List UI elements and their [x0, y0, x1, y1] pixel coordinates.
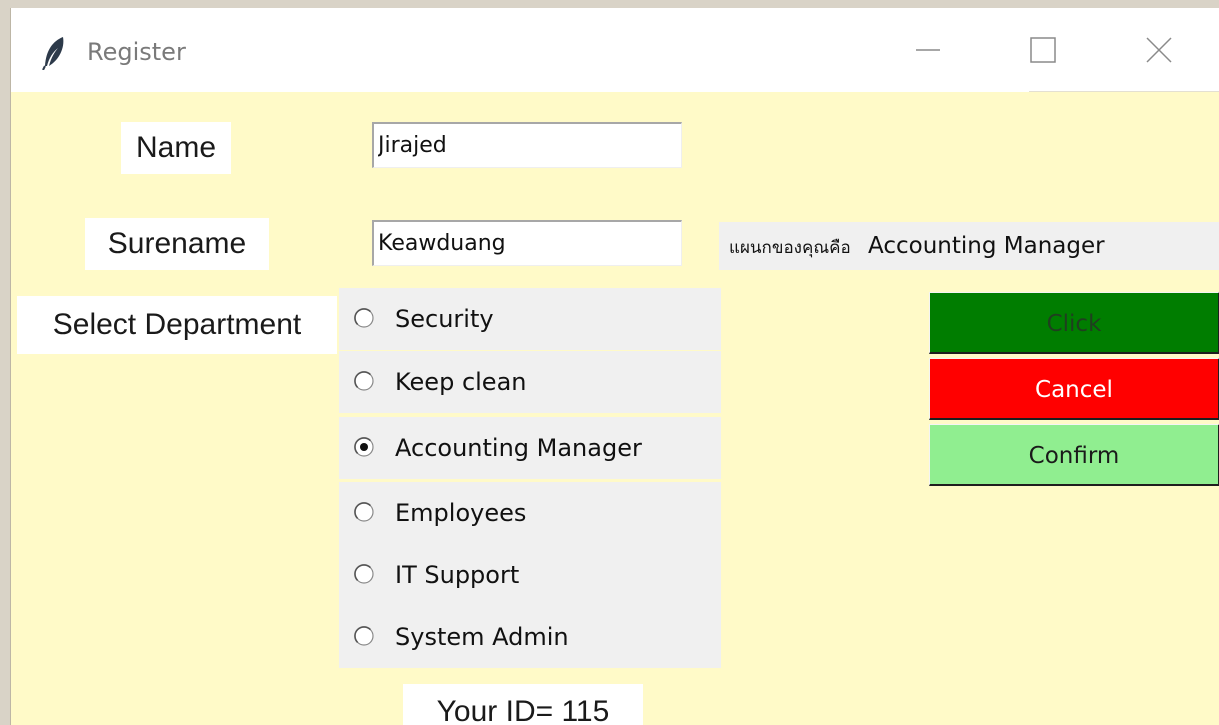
radio-button-icon[interactable]: [353, 625, 375, 647]
titlebar-divider: [1029, 91, 1219, 92]
surename-label: Surename: [85, 218, 269, 270]
window-title: Register: [87, 38, 186, 66]
department-display-value: Accounting Manager: [868, 233, 1105, 259]
select-department-label: Select Department: [17, 296, 337, 354]
radio-button-icon[interactable]: [353, 370, 375, 392]
name-input[interactable]: [372, 122, 682, 168]
department-display-prefix: แผนกของคุณคือ: [729, 238, 851, 258]
minimize-icon[interactable]: [908, 30, 948, 70]
radio-label: Keep clean: [395, 368, 527, 396]
radio-keep-clean[interactable]: Keep clean: [339, 351, 721, 413]
radio-button-icon[interactable]: [353, 307, 375, 329]
radio-button-icon[interactable]: [353, 501, 375, 523]
maximize-icon[interactable]: [1023, 30, 1063, 70]
radio-employees[interactable]: Employees: [339, 482, 721, 544]
radio-security[interactable]: Security: [339, 288, 721, 350]
cancel-button[interactable]: Cancel: [929, 358, 1219, 420]
feather-icon: [41, 36, 67, 71]
radio-button-icon[interactable]: [353, 436, 375, 458]
surename-input[interactable]: [372, 220, 682, 266]
radio-label: Security: [395, 305, 494, 333]
register-window: Register Name Surename แผนกของคุณคือ Acc…: [10, 8, 1219, 725]
department-display: แผนกของคุณคือ Accounting Manager: [719, 222, 1219, 270]
radio-label: System Admin: [395, 623, 569, 651]
click-button[interactable]: Click: [929, 292, 1219, 354]
confirm-button[interactable]: Confirm: [929, 424, 1219, 486]
radio-label: IT Support: [395, 561, 520, 589]
radio-accounting-manager[interactable]: Accounting Manager: [339, 417, 721, 479]
radio-it-support[interactable]: IT Support: [339, 544, 721, 606]
radio-label: Employees: [395, 499, 527, 527]
radio-system-admin[interactable]: System Admin: [339, 606, 721, 668]
radio-button-icon[interactable]: [353, 563, 375, 585]
close-icon[interactable]: [1139, 30, 1179, 70]
radio-label: Accounting Manager: [395, 434, 642, 462]
title-bar[interactable]: Register: [11, 8, 1219, 92]
name-label: Name: [121, 122, 231, 174]
user-id-label: Your ID= 115: [403, 684, 643, 725]
